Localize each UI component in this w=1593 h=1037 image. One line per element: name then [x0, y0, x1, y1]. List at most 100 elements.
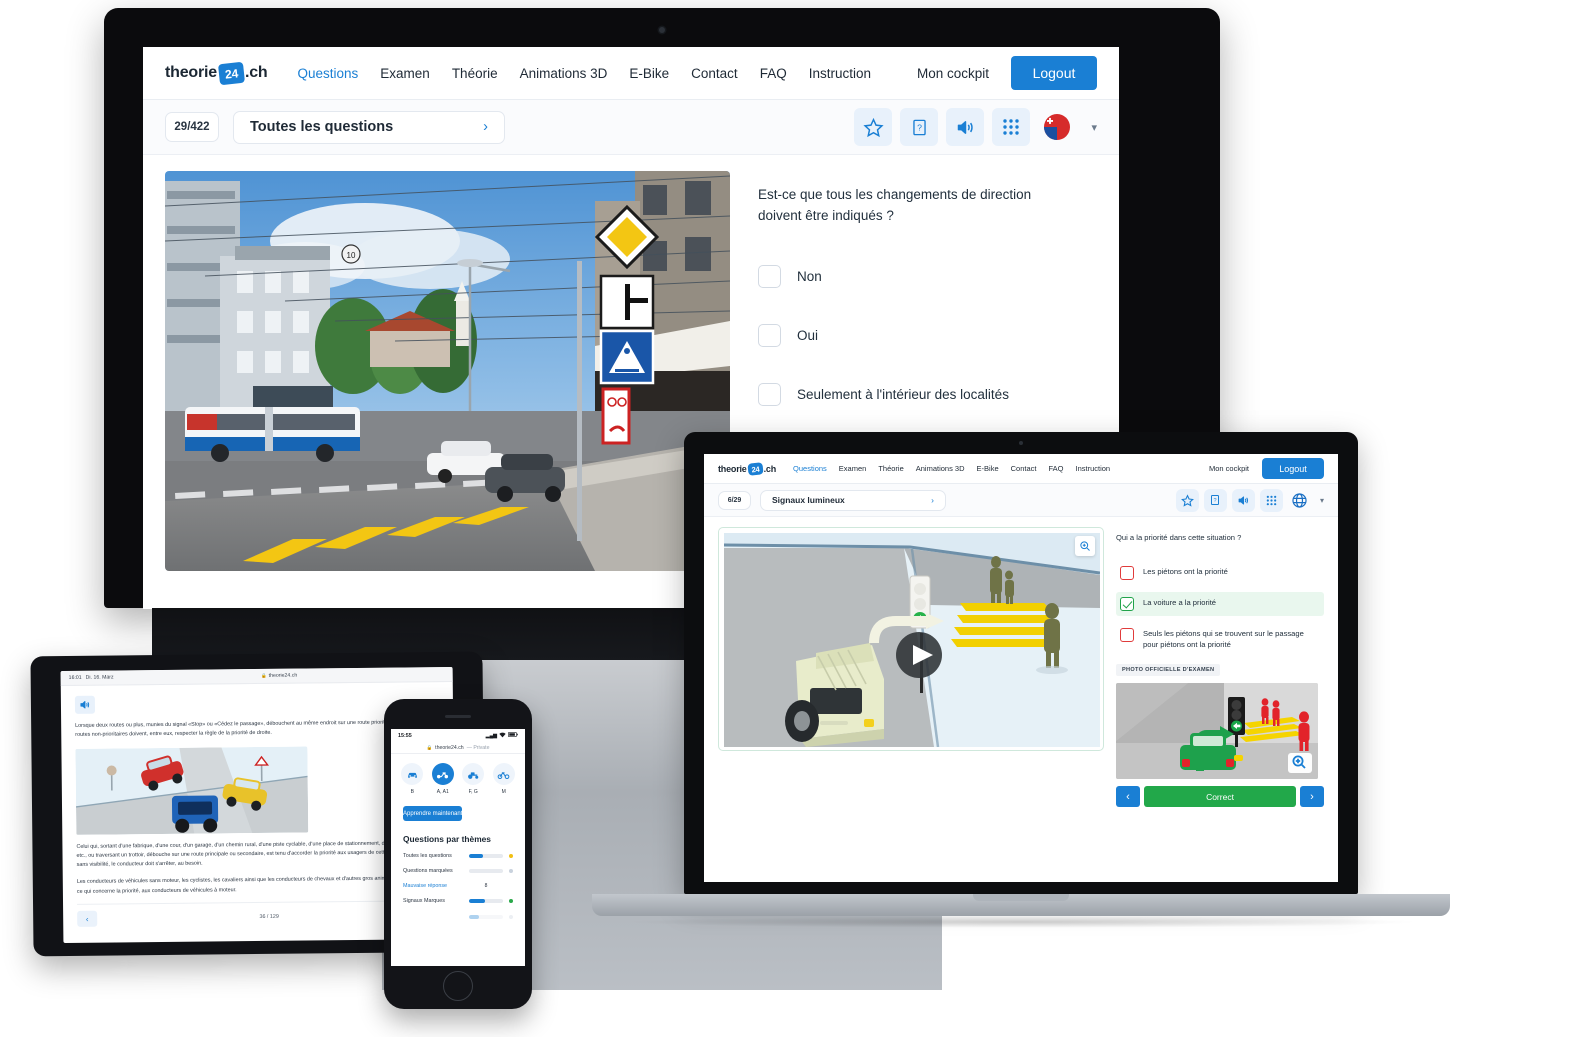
nav-item-instruction[interactable]: Instruction — [809, 66, 871, 81]
question-set-selector[interactable]: Signaux lumineux › — [760, 489, 946, 511]
theme-row[interactable]: Questions marquées — [403, 868, 513, 874]
nav-item-contact[interactable]: Contact — [691, 66, 738, 81]
category-label: M — [501, 789, 506, 795]
logout-button[interactable]: Logout — [1262, 458, 1324, 479]
nav-item-contact[interactable]: Contact — [1011, 464, 1037, 473]
theme-label: Questions marquées — [403, 868, 453, 874]
theme-row-cut[interactable] — [403, 913, 513, 920]
question-set-label: Signaux lumineux — [772, 495, 845, 505]
answer-option[interactable]: Oui — [758, 323, 1097, 347]
grid-icon[interactable] — [992, 108, 1031, 146]
nav-item-animations-3d[interactable]: Animations 3D — [916, 464, 965, 473]
nav-item-instruction[interactable]: Instruction — [1076, 464, 1111, 473]
star-icon[interactable] — [854, 108, 893, 146]
nav-item-examen[interactable]: Examen — [839, 464, 867, 473]
nav-item-questions[interactable]: Questions — [793, 464, 827, 473]
brand-logo[interactable]: theorie 24 .ch — [718, 461, 776, 476]
category-label: F, G — [468, 789, 478, 795]
result-correct-button[interactable]: Correct — [1144, 786, 1296, 807]
checkbox-icon-correct[interactable] — [1120, 597, 1134, 611]
theme-row[interactable]: Toutes les questions — [403, 853, 513, 859]
moped-icon — [492, 763, 515, 785]
question-set-selector[interactable]: Toutes les questions › — [233, 110, 505, 144]
help-book-icon[interactable]: ? — [900, 108, 939, 146]
cockpit-link[interactable]: Mon cockpit — [1209, 464, 1249, 473]
laptop-main-nav: Questions Examen Théorie Animations 3D E… — [793, 464, 1110, 473]
previous-page-button[interactable]: ‹ — [77, 910, 98, 927]
zoom-in-icon[interactable] — [1075, 536, 1095, 556]
home-button[interactable] — [443, 971, 473, 1001]
checkbox-icon[interactable] — [758, 323, 781, 347]
category-a-a1[interactable]: A, A1 — [431, 763, 454, 795]
laptop-question-body: Qui a la priorité dans cette situation ?… — [704, 517, 1338, 807]
progress-bar — [469, 869, 503, 873]
nav-item-faq[interactable]: FAQ — [760, 66, 787, 81]
answer-option[interactable]: Les piétons ont la priorité — [1116, 561, 1324, 585]
category-b[interactable]: B — [401, 763, 424, 795]
theme-row[interactable]: Signaux Marques — [403, 898, 513, 904]
question-counter: 29/422 — [165, 112, 219, 142]
answer-option[interactable]: Seuls les piétons qui se trouvent sur le… — [1116, 623, 1324, 655]
category-f-g[interactable]: F, G — [462, 763, 485, 795]
question-text: Est-ce que tous les changements de direc… — [758, 187, 1032, 223]
status-date: Di. 16. März — [85, 674, 114, 681]
exam-photo-badge: PHOTO OFFICIELLE D'EXAMEN — [1116, 664, 1221, 676]
animation-3d-panel[interactable] — [718, 527, 1104, 751]
sound-icon[interactable] — [74, 695, 96, 714]
phone-speaker — [445, 715, 471, 718]
learn-now-button[interactable]: Apprendre maintenant — [403, 806, 463, 821]
marketing-device-mockup: theorie 24 .ch Questions Examen Théorie An… — [0, 0, 1593, 1037]
phone-status-bar: 15:55 ▂▄▆ — [391, 729, 525, 742]
nav-item-faq[interactable]: FAQ — [1048, 464, 1063, 473]
cockpit-link[interactable]: Mon cockpit — [917, 66, 989, 81]
checkbox-icon[interactable] — [758, 264, 781, 288]
checkbox-icon-wrong[interactable] — [1120, 628, 1134, 642]
desktop-app-header: theorie 24 .ch Questions Examen Théorie An… — [143, 47, 1119, 100]
theme-label: Signaux Marques — [403, 898, 445, 904]
brand-logo[interactable]: theorie 24 .ch — [165, 61, 268, 85]
lock-icon: 🔒 — [261, 672, 267, 678]
question-navigation: ‹ Correct › — [1116, 786, 1324, 807]
star-icon[interactable] — [1175, 488, 1199, 512]
answer-option[interactable]: Seulement à l'intérieur des localités — [758, 382, 1097, 406]
nav-item-ebike[interactable]: E-Bike — [629, 66, 669, 81]
sound-icon[interactable] — [946, 108, 985, 146]
nav-item-theorie[interactable]: Théorie — [452, 66, 498, 81]
checkbox-icon[interactable] — [758, 382, 781, 406]
laptop-trackpad-notch — [973, 894, 1069, 901]
sound-icon[interactable] — [1231, 488, 1255, 512]
next-question-button[interactable]: › — [1300, 786, 1324, 807]
theme-label: Toutes les questions — [403, 853, 452, 859]
desktop-sub-toolbar: 29/422 Toutes les questions › ? ▾ — [143, 100, 1119, 155]
checkbox-icon-wrong[interactable] — [1120, 566, 1134, 580]
nav-item-animations-3d[interactable]: Animations 3D — [520, 66, 608, 81]
answer-option[interactable]: Non — [758, 264, 1097, 288]
question-counter: 6/29 — [718, 490, 751, 510]
flag-ch-fr-icon[interactable] — [1038, 108, 1076, 146]
logout-button[interactable]: Logout — [1011, 56, 1097, 90]
previous-question-button[interactable]: ‹ — [1116, 786, 1140, 807]
answer-option-selected[interactable]: La voiture a la priorité — [1116, 592, 1324, 616]
tractor-icon — [462, 763, 485, 785]
theory-illustration — [75, 746, 309, 835]
laptop-screen: theorie 24 .ch Questions Examen Théorie An… — [704, 454, 1338, 882]
theme-count: 8 — [484, 883, 488, 889]
theme-row[interactable]: Mauvaise réponse 8 — [403, 883, 513, 889]
category-m[interactable]: M — [492, 763, 515, 795]
browser-url[interactable]: theorie24.ch — [269, 673, 298, 679]
phone-address-bar[interactable]: 🔒 theorie24.ch — Private — [391, 742, 525, 754]
help-book-icon[interactable]: ? — [1203, 488, 1227, 512]
nav-item-questions[interactable]: Questions — [297, 66, 358, 81]
chevron-down-icon[interactable]: ▾ — [1091, 121, 1097, 134]
question-set-label: Toutes les questions — [250, 119, 394, 135]
answer-label: La voiture a la priorité — [1143, 598, 1217, 607]
answer-label: Seuls les piétons qui se trouvent sur le… — [1143, 629, 1304, 649]
nav-item-examen[interactable]: Examen — [380, 66, 430, 81]
chevron-down-icon[interactable]: ▾ — [1320, 496, 1324, 505]
grid-icon[interactable] — [1259, 488, 1283, 512]
nav-item-theorie[interactable]: Théorie — [878, 464, 903, 473]
lock-icon: 🔒 — [426, 744, 433, 750]
globe-icon[interactable] — [1288, 489, 1311, 512]
nav-item-ebike[interactable]: E-Bike — [977, 464, 999, 473]
laptop-question-panel: Qui a la priorité dans cette situation ?… — [1116, 527, 1324, 807]
